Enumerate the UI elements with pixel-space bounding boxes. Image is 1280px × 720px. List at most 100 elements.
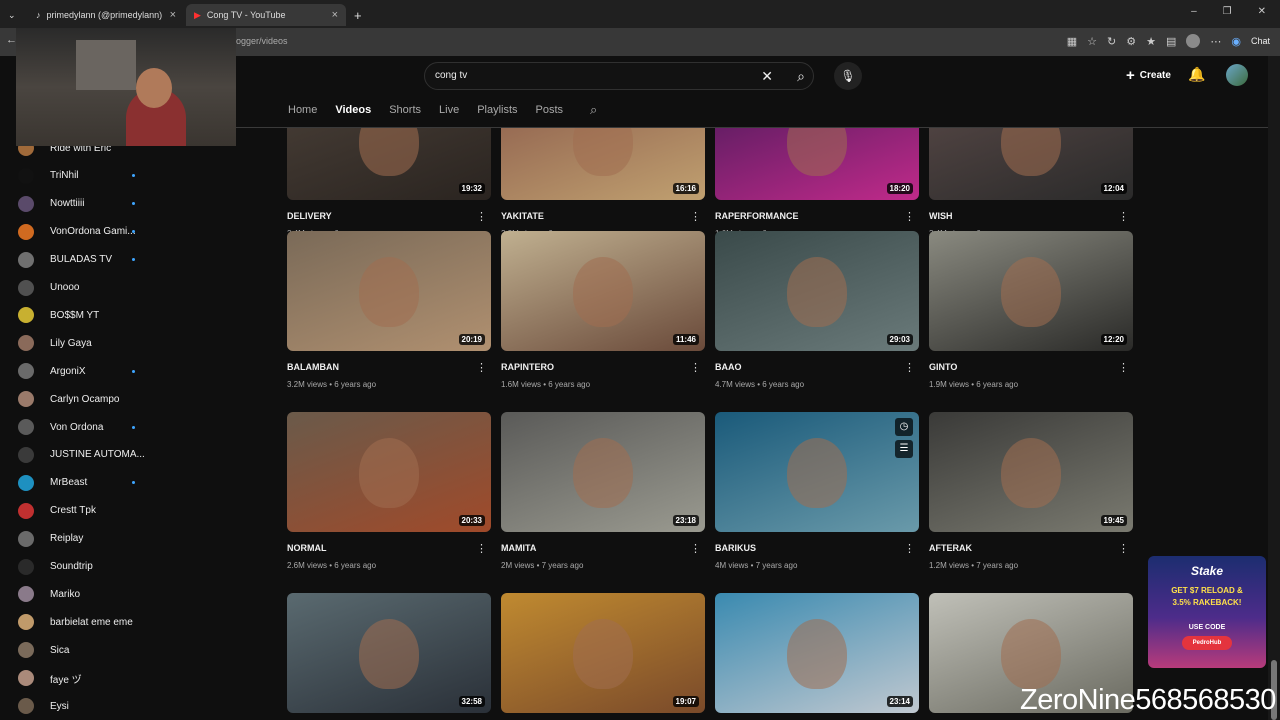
- video-card[interactable]: 23:14: [715, 593, 919, 713]
- video-thumbnail[interactable]: 32:58: [287, 593, 491, 713]
- video-card[interactable]: [929, 593, 1133, 713]
- subscription-item[interactable]: Carlyn Ocampo: [18, 388, 228, 410]
- tab-list-button[interactable]: ⌄: [4, 4, 22, 26]
- subscription-item[interactable]: VonOrdona Gami...: [18, 221, 228, 243]
- search-icon[interactable]: ⌕: [797, 68, 805, 85]
- video-card[interactable]: 11:46 RAPINTERO 1.6M views • 6 years ago ⋮: [501, 231, 705, 389]
- video-title[interactable]: RAPERFORMANCE: [715, 211, 799, 221]
- video-title[interactable]: RAPINTERO: [501, 362, 554, 372]
- video-menu-icon[interactable]: ⋮: [690, 361, 701, 374]
- video-card[interactable]: 23:18 MAMITA 2M views • 7 years ago ⋮: [501, 412, 705, 570]
- video-card[interactable]: 19:07: [501, 593, 705, 713]
- video-card[interactable]: 18:20RAPERFORMANCE1.6M views • 6 years a…: [715, 128, 919, 238]
- restore-icon[interactable]: ❐: [1223, 6, 1232, 17]
- video-title[interactable]: BARIKUS: [715, 543, 756, 553]
- video-menu-icon[interactable]: ⋮: [904, 210, 915, 223]
- subscription-item[interactable]: Sica: [18, 639, 228, 661]
- video-card[interactable]: 32:58: [287, 593, 491, 713]
- close-tab-icon[interactable]: ×: [170, 9, 176, 21]
- subscription-item[interactable]: Unooo: [18, 277, 228, 299]
- video-title[interactable]: AFTERAK: [929, 543, 972, 553]
- close-tab-icon[interactable]: ×: [332, 9, 338, 21]
- subscription-item[interactable]: Nowttiiii: [18, 193, 228, 215]
- video-thumbnail[interactable]: 18:20: [715, 128, 919, 200]
- video-thumbnail[interactable]: 12:20: [929, 231, 1133, 351]
- video-title[interactable]: DELIVERY: [287, 211, 332, 221]
- video-thumbnail[interactable]: 23:14: [715, 593, 919, 713]
- video-title[interactable]: WISH: [929, 211, 953, 221]
- video-thumbnail[interactable]: 16:16: [501, 128, 705, 200]
- video-thumbnail[interactable]: 19:32: [287, 128, 491, 200]
- video-card[interactable]: 16:16YAKITATE2.2M views • 6 years ago⋮: [501, 128, 705, 238]
- subscription-item[interactable]: barbielat eme eme: [18, 611, 228, 633]
- subscription-item[interactable]: BO$$M YT: [18, 304, 228, 326]
- subscription-item[interactable]: faye ヅ: [18, 667, 228, 689]
- video-card[interactable]: 20:33 NORMAL 2.6M views • 6 years ago ⋮: [287, 412, 491, 570]
- video-menu-icon[interactable]: ⋮: [476, 210, 487, 223]
- subscription-item[interactable]: Soundtrip: [18, 556, 228, 578]
- subscription-item[interactable]: Crestt Tpk: [18, 500, 228, 522]
- subscription-item[interactable]: BULADAS TV: [18, 249, 228, 271]
- tab-home[interactable]: Home: [288, 104, 317, 116]
- browser-tab-tiktok[interactable]: ♪ primedylann (@primedylann) is LI ×: [28, 4, 184, 26]
- copilot-label[interactable]: Chat: [1251, 36, 1270, 46]
- refresh-icon[interactable]: ↻: [1107, 35, 1116, 48]
- video-menu-icon[interactable]: ⋮: [690, 542, 701, 555]
- browser-profile-icon[interactable]: [1186, 34, 1201, 48]
- video-thumbnail[interactable]: 23:18: [501, 412, 705, 532]
- watch-later-icon[interactable]: ◷: [895, 418, 913, 436]
- avatar[interactable]: [1226, 64, 1248, 86]
- video-card[interactable]: 29:03 BAAO 4.7M views • 6 years ago ⋮: [715, 231, 919, 389]
- video-card[interactable]: 12:20 GINTO 1.9M views • 6 years ago ⋮: [929, 231, 1133, 389]
- search-bar[interactable]: cong tv ✕ ⌕: [424, 62, 814, 90]
- search-input[interactable]: cong tv: [435, 70, 467, 81]
- video-card[interactable]: 20:19 BALAMBAN 3.2M views • 6 years ago ⋮: [287, 231, 491, 389]
- video-thumbnail[interactable]: 11:46: [501, 231, 705, 351]
- video-thumbnail[interactable]: ◷ ☰: [715, 412, 919, 532]
- video-menu-icon[interactable]: ⋮: [1118, 542, 1129, 555]
- notifications-bell-icon[interactable]: 🔔: [1188, 66, 1205, 83]
- close-window-icon[interactable]: ✕: [1258, 6, 1266, 17]
- video-card[interactable]: 19:32DELIVERY2.4M views • 6 years ago⋮: [287, 128, 491, 238]
- favorite-icon[interactable]: ☆: [1087, 35, 1097, 48]
- subscription-item[interactable]: Eysi: [18, 695, 228, 717]
- tab-shorts[interactable]: Shorts: [389, 104, 421, 116]
- video-thumbnail[interactable]: 20:33: [287, 412, 491, 532]
- subscription-item[interactable]: Lily Gaya: [18, 332, 228, 354]
- video-title[interactable]: GINTO: [929, 362, 957, 372]
- video-thumbnail[interactable]: 12:04: [929, 128, 1133, 200]
- video-title[interactable]: NORMAL: [287, 543, 327, 553]
- video-title[interactable]: MAMITA: [501, 543, 536, 553]
- tab-live[interactable]: Live: [439, 104, 459, 116]
- video-thumbnail[interactable]: 19:07: [501, 593, 705, 713]
- minimize-icon[interactable]: –: [1191, 6, 1197, 17]
- create-button[interactable]: + Create: [1118, 62, 1179, 88]
- video-thumbnail[interactable]: 19:45: [929, 412, 1133, 532]
- tab-posts[interactable]: Posts: [536, 104, 564, 116]
- video-menu-icon[interactable]: ⋮: [1118, 361, 1129, 374]
- subscription-item[interactable]: Von Ordona: [18, 416, 228, 438]
- video-title[interactable]: BAAO: [715, 362, 742, 372]
- mic-icon[interactable]: 🎙: [834, 62, 862, 90]
- add-to-queue-icon[interactable]: ☰: [895, 440, 913, 458]
- video-title[interactable]: YAKITATE: [501, 211, 544, 221]
- extensions-icon[interactable]: ⚙: [1126, 35, 1136, 48]
- video-menu-icon[interactable]: ⋮: [1118, 210, 1129, 223]
- video-thumbnail[interactable]: 20:19: [287, 231, 491, 351]
- channel-search-icon[interactable]: ⌕: [590, 102, 597, 118]
- url-field[interactable]: ogger/videos: [236, 36, 288, 46]
- video-card[interactable]: ◷ ☰ BARIKUS 4M views • 7 years ago ⋮: [715, 412, 919, 570]
- video-title[interactable]: BALAMBAN: [287, 362, 339, 372]
- subscription-item[interactable]: Reiplay: [18, 528, 228, 550]
- copilot-icon[interactable]: ◉: [1231, 35, 1241, 48]
- subscription-item[interactable]: ArgoniX: [18, 360, 228, 382]
- subscription-item[interactable]: Mariko: [18, 583, 228, 605]
- subscription-item[interactable]: JUSTINE AUTOMA...: [18, 444, 228, 466]
- video-card[interactable]: 12:04WISH3.4M views • 6 years ago⋮: [929, 128, 1133, 238]
- page-scrollbar[interactable]: [1268, 56, 1280, 720]
- tab-videos[interactable]: Videos: [335, 104, 371, 116]
- video-menu-icon[interactable]: ⋮: [476, 542, 487, 555]
- video-thumbnail[interactable]: 29:03: [715, 231, 919, 351]
- split-view-icon[interactable]: ▦: [1067, 35, 1077, 48]
- video-menu-icon[interactable]: ⋮: [904, 361, 915, 374]
